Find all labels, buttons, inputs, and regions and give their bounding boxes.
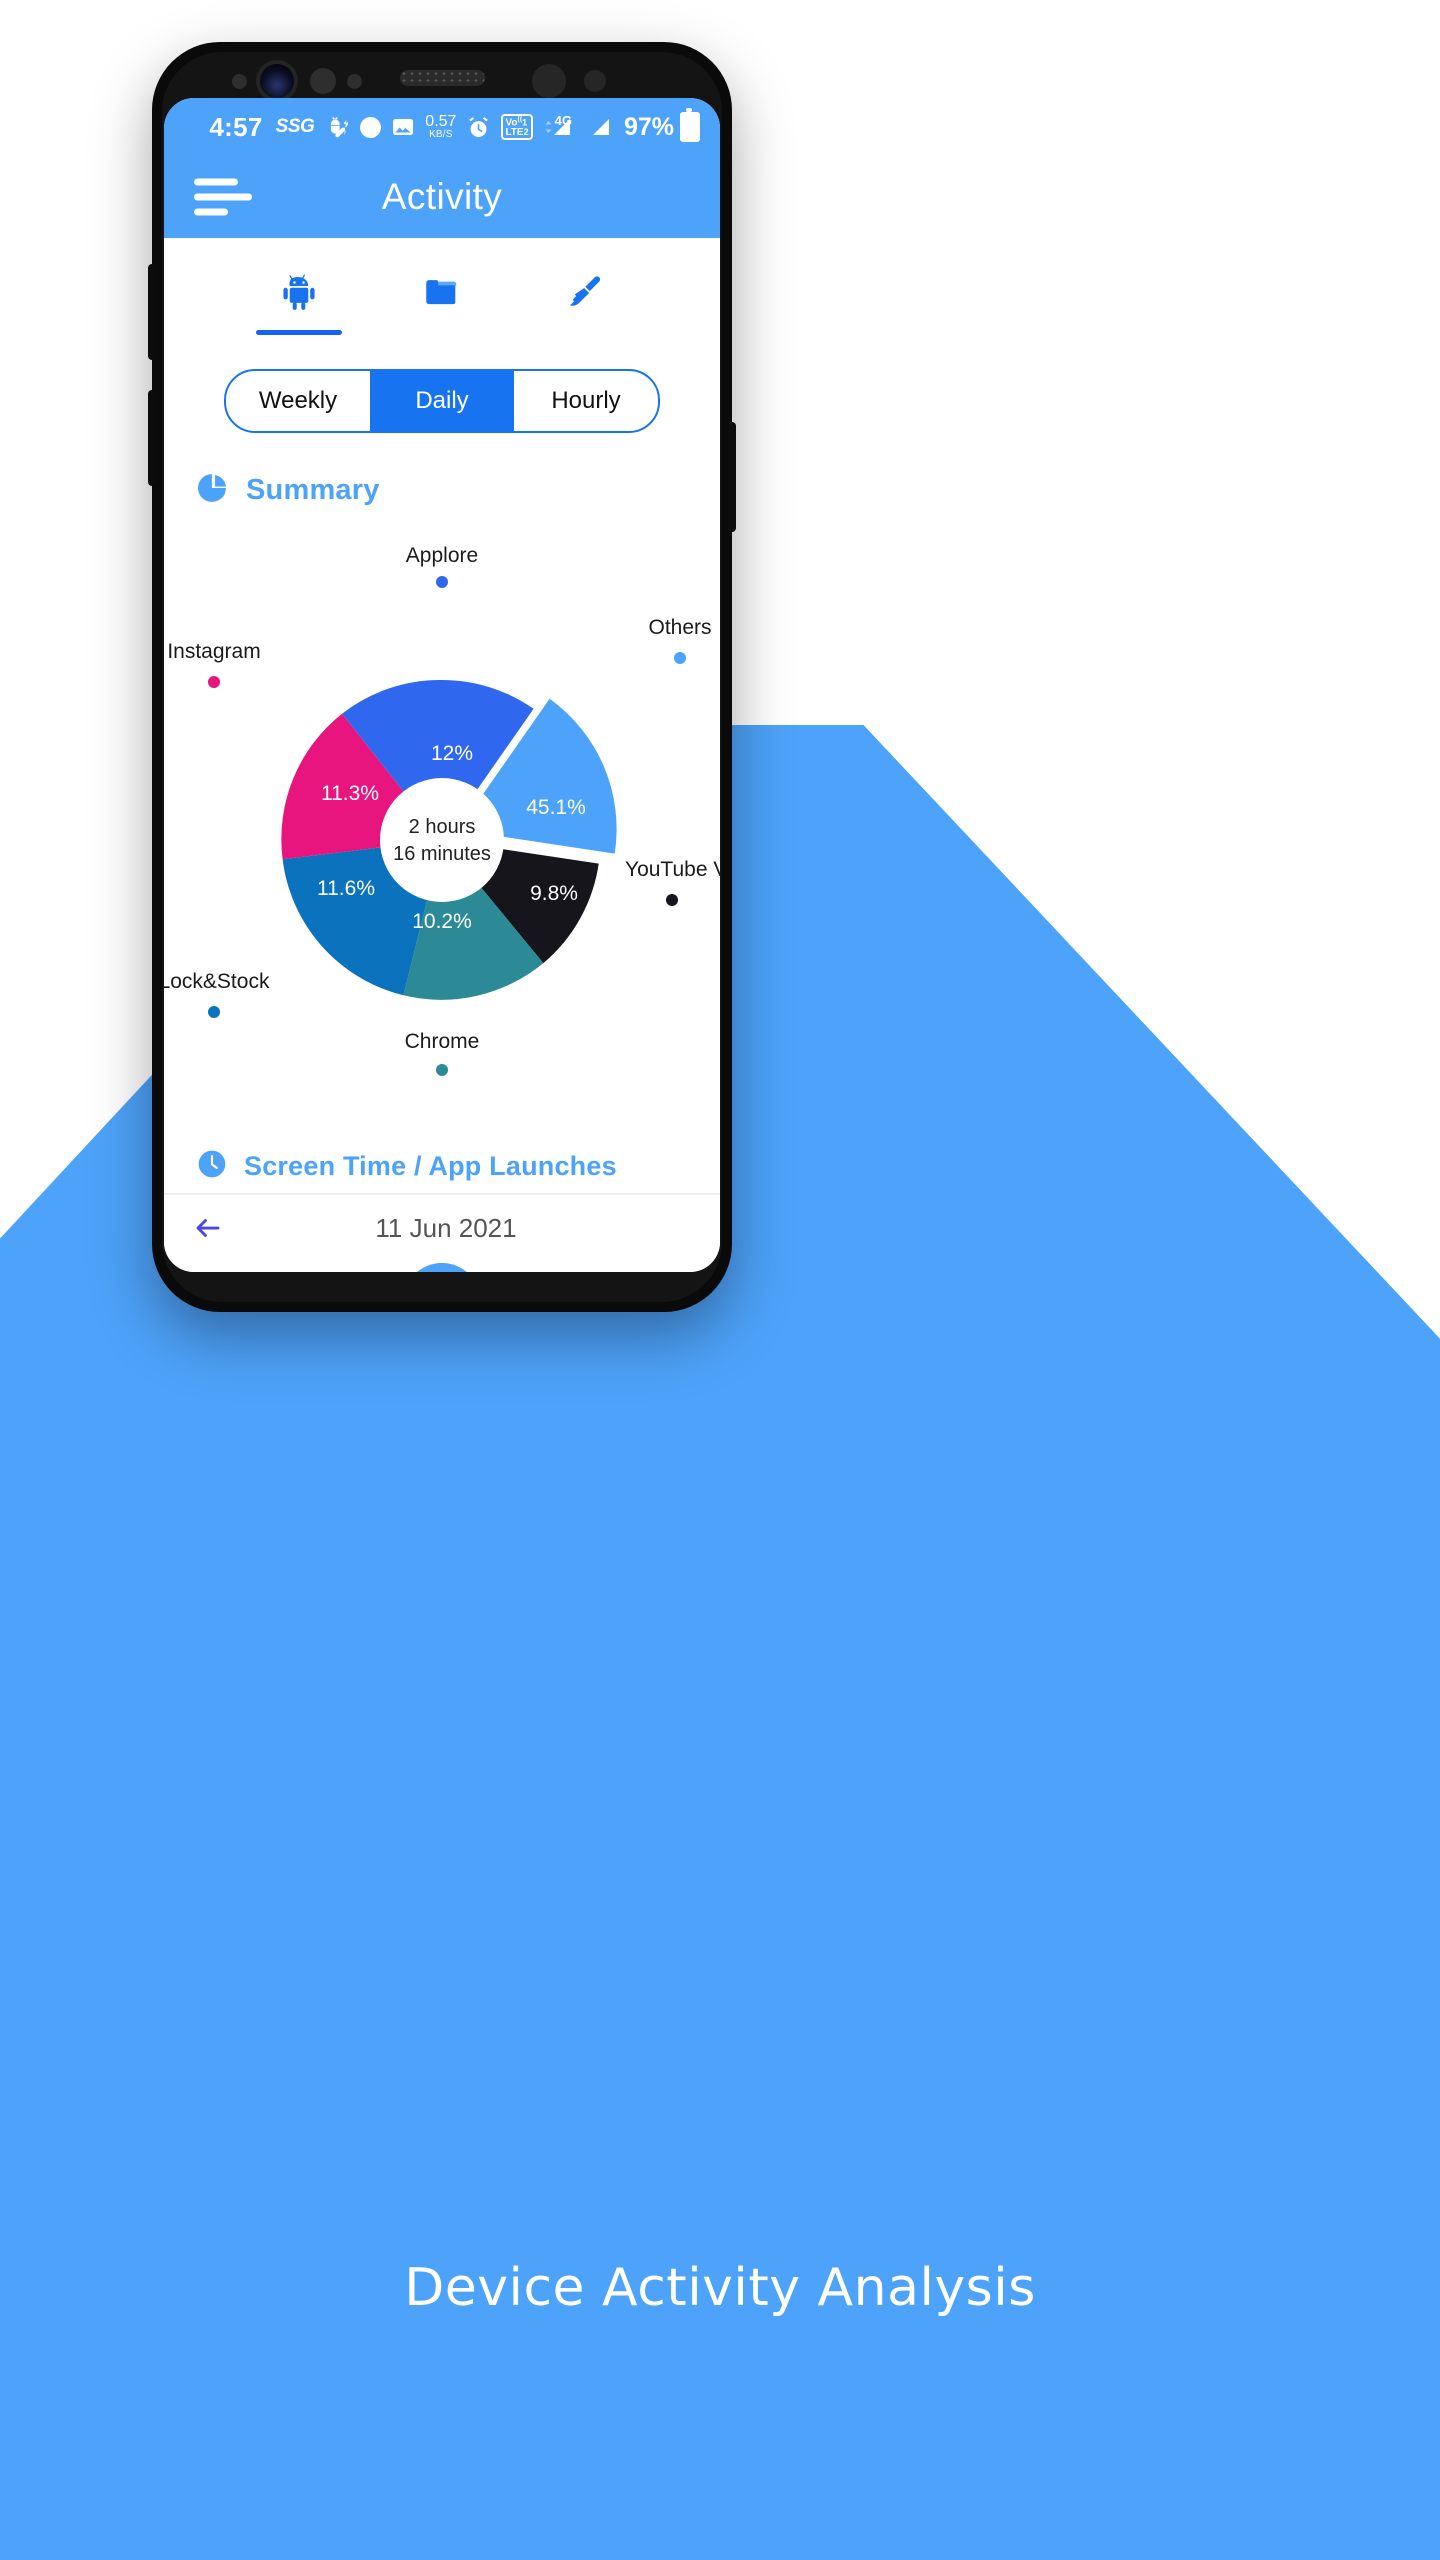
tab-underline xyxy=(399,330,485,335)
home-icon xyxy=(239,1271,275,1272)
legend-dot-lockstock xyxy=(208,1006,220,1018)
image-icon xyxy=(391,115,415,139)
legend-dot-instagram xyxy=(208,676,220,688)
bottom-navigation: Home Files xyxy=(164,1261,720,1272)
slice-label-lockstock: 11.6% xyxy=(317,877,375,900)
led-indicator-icon xyxy=(584,70,606,92)
broom-icon xyxy=(563,264,607,320)
slice-label-others: 45.1% xyxy=(526,796,586,819)
front-camera-icon xyxy=(260,64,294,98)
volume-up-button[interactable] xyxy=(148,264,156,360)
legend-dot-others xyxy=(674,652,686,664)
slice-label-applore: 12% xyxy=(431,742,473,765)
legend-label-chrome: Chrome xyxy=(405,1030,480,1053)
legend-dot-youtube-vanced xyxy=(666,894,678,906)
center-duration-line2: 16 minutes xyxy=(393,843,491,865)
icon-tab-bar xyxy=(164,238,720,335)
battery-icon xyxy=(680,108,700,142)
tab-cleaner[interactable] xyxy=(542,264,628,335)
signal-bars-sim2-icon xyxy=(588,115,612,139)
tab-files[interactable] xyxy=(399,264,485,335)
power-button[interactable] xyxy=(728,422,736,532)
legend-label-instagram: Instagram xyxy=(167,640,260,663)
phone-screen: 4:57 SSG 0.57 KB/S Vo((1 LTE2 4G 97% Act… xyxy=(164,98,720,1272)
nav-item-tools[interactable]: Tools xyxy=(567,1271,687,1272)
legend-label-applore: Applore xyxy=(406,544,478,567)
tab-apps[interactable] xyxy=(256,264,342,335)
segment-daily[interactable]: Daily xyxy=(370,371,514,431)
summary-chart: 2 hours 16 minutes 12% 45.1% 9.8% 10.2% … xyxy=(164,510,720,1110)
screen-time-section-header: Screen Time / App Launches xyxy=(164,1110,720,1185)
legend-label-youtube-vanced: YouTube Vanced xyxy=(625,858,720,881)
status-time: 4:57 xyxy=(209,111,263,142)
legend-label-lockstock: Lock&Stock xyxy=(164,970,270,993)
circle-icon xyxy=(360,116,382,138)
summary-title: Summary xyxy=(246,474,380,506)
bug-wrench-icon xyxy=(324,114,350,140)
tab-active-underline xyxy=(256,330,342,335)
carrier-label: SSG xyxy=(275,116,315,137)
donut-chart: 2 hours 16 minutes 12% 45.1% 9.8% 10.2% … xyxy=(164,544,720,1076)
slice-label-instagram: 11.3% xyxy=(321,782,379,805)
current-date-label: 11 Jun 2021 xyxy=(375,1212,517,1243)
slice-label-chrome: 10.2% xyxy=(412,910,472,933)
app-bar: Activity xyxy=(164,156,720,238)
light-sensor-icon xyxy=(347,74,362,89)
donut-center-hole xyxy=(380,778,504,902)
tab-underline xyxy=(542,330,628,335)
earpiece-speaker-icon xyxy=(400,70,485,86)
legend-dot-chrome xyxy=(436,1064,448,1076)
volume-down-button[interactable] xyxy=(148,390,156,486)
data-rate-indicator: 0.57 KB/S xyxy=(425,113,457,140)
volte-sim-icon: Vo((1 LTE2 xyxy=(501,113,533,141)
pie-chart-icon xyxy=(196,471,230,510)
legend-label-others: Others xyxy=(648,616,711,639)
legend-dot-applore xyxy=(436,576,448,588)
date-navigation: 11 Jun 2021 xyxy=(164,1195,720,1261)
alarm-clock-icon xyxy=(466,115,491,140)
period-segment-wrapper: Weekly Daily Hourly xyxy=(164,335,720,433)
proximity-sensor-icon xyxy=(310,68,336,94)
segment-weekly[interactable]: Weekly xyxy=(226,371,370,431)
nav-item-home[interactable]: Home xyxy=(197,1271,317,1272)
android-robot-icon xyxy=(278,264,320,320)
phone-mockup: 4:57 SSG 0.57 KB/S Vo((1 LTE2 4G 97% Act… xyxy=(148,42,736,1312)
folder-icon xyxy=(420,264,464,320)
screen-time-title: Screen Time / App Launches xyxy=(244,1151,617,1181)
caption-text: Device Activity Analysis xyxy=(404,2258,1036,2318)
iris-scanner-icon xyxy=(532,64,566,98)
status-bar: 4:57 SSG 0.57 KB/S Vo((1 LTE2 4G 97% xyxy=(164,98,720,156)
sensor-dot-icon xyxy=(232,74,247,89)
battery-percent-label: 97% xyxy=(623,112,674,141)
arrow-left-icon[interactable] xyxy=(186,1206,230,1250)
hamburger-menu-icon[interactable] xyxy=(194,178,252,216)
summary-section-header: Summary xyxy=(164,433,720,510)
center-duration-line1: 2 hours xyxy=(409,816,476,838)
phone-wrench-icon xyxy=(609,1271,645,1272)
slice-label-youtube-vanced: 9.8% xyxy=(530,882,578,905)
segment-hourly[interactable]: Hourly xyxy=(514,371,658,431)
clock-icon xyxy=(196,1148,228,1185)
period-segment: Weekly Daily Hourly xyxy=(224,369,660,433)
